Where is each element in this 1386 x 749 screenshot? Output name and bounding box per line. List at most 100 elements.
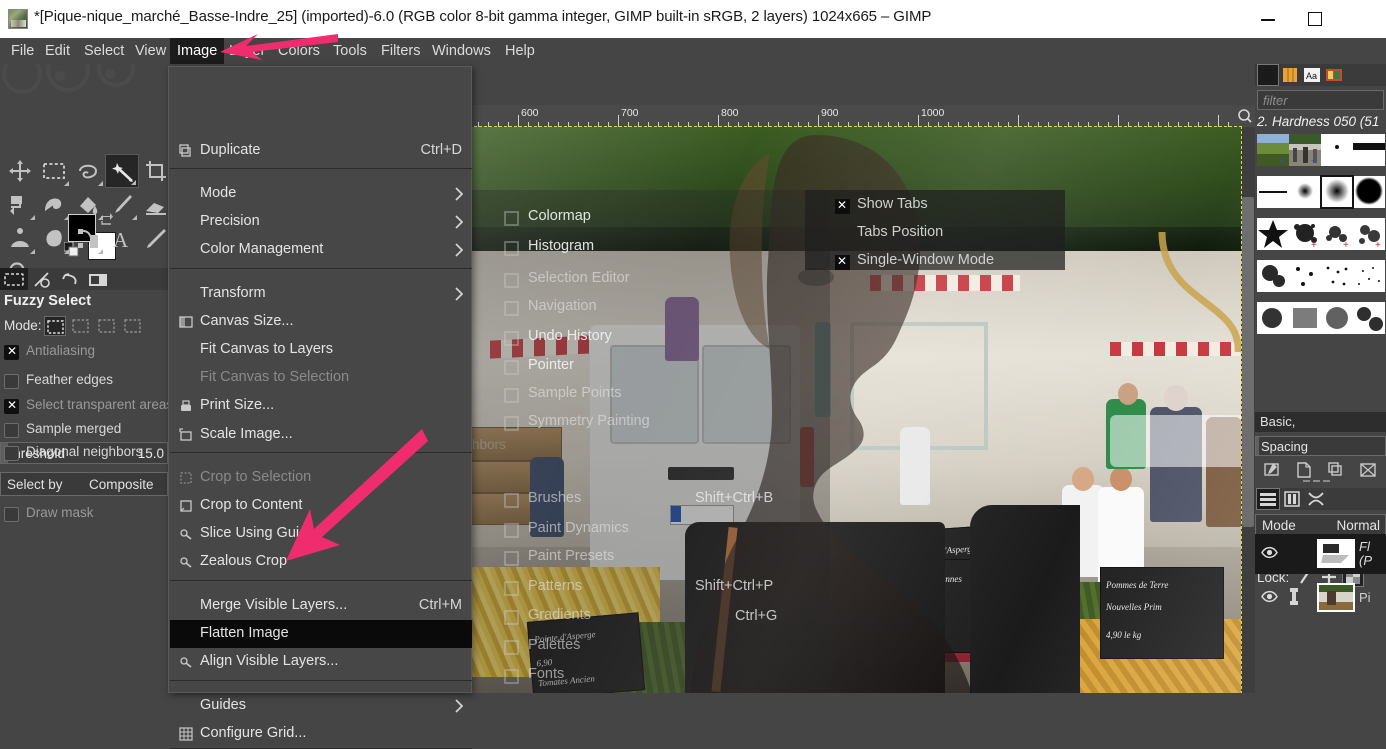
dock-resize-handle[interactable] xyxy=(1303,478,1339,484)
checkbox-diagonal-neighbors[interactable] xyxy=(4,446,19,461)
undo-history-tab[interactable] xyxy=(56,268,84,290)
ruler-corner-button[interactable] xyxy=(1235,105,1255,127)
menubar-item-filters[interactable]: Filters xyxy=(374,38,427,64)
unified-transform[interactable] xyxy=(3,188,37,222)
menu-item-merge-visible-layers[interactable]: Merge Visible Layers... Ctrl+M xyxy=(170,592,472,620)
images-tab[interactable] xyxy=(84,268,112,290)
menubar-item-edit[interactable]: Edit xyxy=(38,38,77,64)
menu-item-scale-image[interactable]: Scale Image... xyxy=(170,421,472,449)
menu-item-mode[interactable]: Mode xyxy=(170,180,472,208)
menubar-item-file[interactable]: File xyxy=(4,38,41,64)
menu-item-zealous-crop[interactable]: Zealous Crop xyxy=(170,548,472,576)
brush-soft-med[interactable] xyxy=(1320,175,1354,209)
new-brush-button[interactable] xyxy=(1291,460,1317,480)
layer-row[interactable]: Pi xyxy=(1255,578,1386,618)
document-history-tab[interactable] xyxy=(1324,65,1344,85)
canvas-scrollbar-thumb[interactable] xyxy=(1242,197,1254,527)
brush-tag-row[interactable]: Basic, xyxy=(1255,412,1386,432)
menubar-item-select[interactable]: Select xyxy=(77,38,131,64)
measure-tool[interactable] xyxy=(139,222,168,256)
checkbox-feather-edges[interactable] xyxy=(4,374,19,389)
channels-tab[interactable] xyxy=(1281,489,1303,509)
text-tool[interactable]: A xyxy=(105,222,139,256)
colormap-icon xyxy=(504,211,519,226)
crop-tool-icon xyxy=(146,161,166,181)
menu-item-fit-canvas-to-layers[interactable]: Fit Canvas to Layers xyxy=(170,336,472,364)
menu-item-crop-to-content[interactable]: Crop to Content xyxy=(170,492,472,520)
patterns-tab[interactable] xyxy=(1280,65,1300,85)
clone-tool[interactable] xyxy=(3,222,37,256)
draw-mask-checkbox[interactable] xyxy=(4,507,19,522)
brushes-tab[interactable] xyxy=(1257,64,1279,86)
crop-tool[interactable] xyxy=(139,154,168,188)
paintbrush-tool[interactable] xyxy=(105,188,139,222)
image-menu-dropdown[interactable]: Duplicate Ctrl+D Mode Precision Color Manage… xyxy=(168,66,472,749)
menu-item-transform[interactable]: Transform xyxy=(170,280,472,308)
menubar-item-colors[interactable]: Colors xyxy=(271,38,327,64)
menu-item-canvas-size[interactable]: Canvas Size... xyxy=(170,308,472,336)
paths-tab[interactable] xyxy=(1305,489,1327,509)
brush-spacing-slider[interactable]: Spacing xyxy=(1255,436,1386,456)
brush-tag-label: Basic, xyxy=(1260,414,1296,429)
fonts-tab[interactable]: Aa xyxy=(1302,65,1322,85)
brush-filter-input[interactable]: filter xyxy=(1257,90,1384,110)
minimize-button[interactable] xyxy=(1246,0,1292,38)
brush-grid[interactable]: ++++++ xyxy=(1257,134,1386,406)
device-status-tab[interactable] xyxy=(28,268,56,290)
layer-thumbnail[interactable] xyxy=(1317,539,1355,568)
rect-select-tool[interactable] xyxy=(37,154,71,188)
edit-brush-button[interactable] xyxy=(1259,460,1285,480)
path-tool[interactable] xyxy=(71,222,105,256)
layer-thumbnail[interactable] xyxy=(1317,583,1355,612)
menu-item-align-visible-layers[interactable]: Align Visible Layers... xyxy=(170,648,472,676)
menubar-item-tools[interactable]: Tools xyxy=(326,38,374,64)
menubar-item-help[interactable]: Help xyxy=(498,38,542,64)
link-icon[interactable] xyxy=(1287,588,1301,605)
menubar-item-windows[interactable]: Windows xyxy=(425,38,498,64)
move-tool[interactable] xyxy=(3,154,37,188)
menu-item-fit-canvas-to-selection[interactable]: Fit Canvas to Selection xyxy=(170,364,472,392)
smudge-tool[interactable] xyxy=(37,222,71,256)
bucket-fill-tool[interactable] xyxy=(71,188,105,222)
menu-item-precision[interactable]: Precision xyxy=(170,208,472,236)
menubar-item-layer[interactable]: Layer xyxy=(222,38,272,64)
menubar-item-image[interactable]: Image xyxy=(170,38,225,64)
histogram-icon xyxy=(504,241,519,256)
delete-brush-button[interactable] xyxy=(1355,460,1381,480)
select-by-dropdown[interactable]: Select by Composite xyxy=(0,472,168,496)
replace-selection-button[interactable] xyxy=(44,316,66,336)
canvas-vertical-scrollbar[interactable] xyxy=(1241,127,1255,693)
layer-row[interactable]: Fl (P xyxy=(1255,534,1386,574)
menu-item-guides[interactable]: Guides xyxy=(170,692,472,720)
intersect-with-selection-button[interactable] xyxy=(122,316,144,336)
maximize-button[interactable] xyxy=(1292,0,1338,38)
free-select-tool[interactable] xyxy=(71,154,105,188)
zoom-tool[interactable] xyxy=(3,256,37,268)
checkbox-select-transparent-areas[interactable] xyxy=(4,398,19,414)
checkbox-antialiasing[interactable] xyxy=(4,344,19,360)
duplicate-brush-button[interactable] xyxy=(1323,460,1349,480)
eye-icon[interactable] xyxy=(1261,546,1278,559)
subtract-from-selection-button[interactable] xyxy=(96,316,118,336)
sample-points-icon xyxy=(504,388,519,403)
layers-tab[interactable] xyxy=(1256,488,1280,510)
menu-item-duplicate[interactable]: Duplicate Ctrl+D xyxy=(170,137,472,165)
checkbox-sample-merged[interactable] xyxy=(4,423,19,438)
eye-icon[interactable] xyxy=(1261,590,1278,603)
menubar-item-view[interactable]: View xyxy=(128,38,173,64)
menu-item-configure-grid[interactable]: Configure Grid... xyxy=(170,720,472,748)
warp-transform-tool[interactable] xyxy=(37,188,71,222)
tool-options-tab[interactable] xyxy=(0,268,28,290)
fuzzy-select-tool[interactable] xyxy=(105,154,139,188)
add-to-selection-button[interactable] xyxy=(70,316,92,336)
menu-item-slice-using-guides[interactable]: Slice Using Guides xyxy=(170,520,472,548)
image-canvas[interactable]: Pointe d'Asperge6,90le kg Tomates ancien… xyxy=(470,127,1241,693)
menu-item-print-size[interactable]: Print Size... xyxy=(170,392,472,420)
eraser-tool[interactable] xyxy=(139,188,168,222)
ghost-menu-item-paint-dynamics: Paint Dynamics xyxy=(528,520,629,536)
close-button[interactable] xyxy=(1340,0,1386,38)
menu-item-crop-to-selection[interactable]: Crop to Selection xyxy=(170,464,472,492)
menu-item-flatten-image[interactable]: Flatten Image xyxy=(170,620,472,648)
menu-item-color-management[interactable]: Color Management xyxy=(170,236,472,264)
layer-mode-dropdown[interactable]: Mode Normal xyxy=(1255,514,1386,536)
